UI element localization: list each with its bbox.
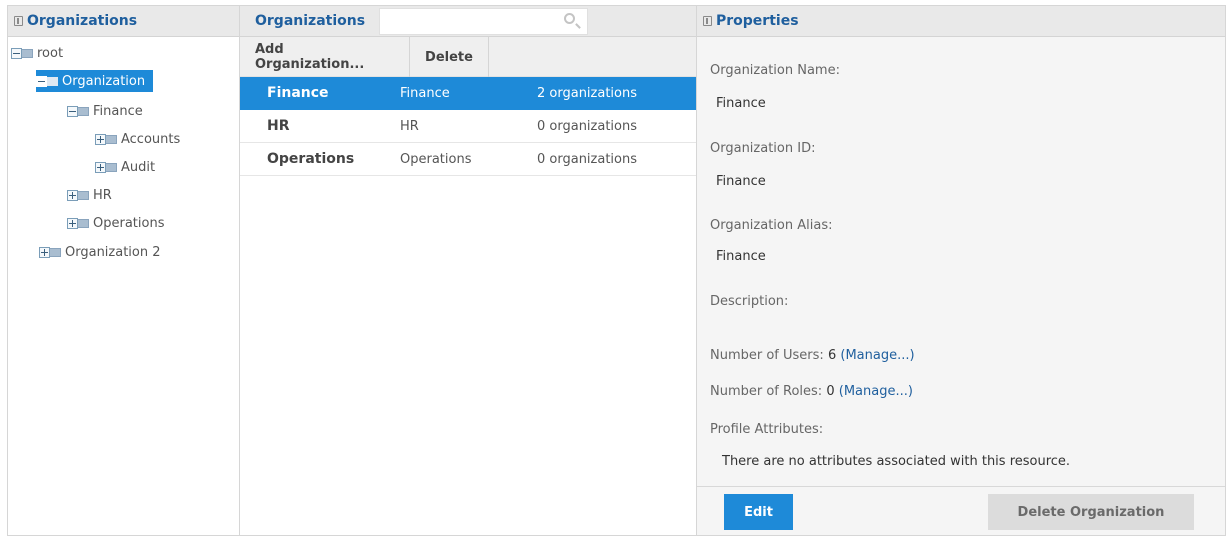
description-label: Description: [710, 294, 789, 309]
row-name: HR [267, 118, 290, 134]
table-row[interactable]: Finance Finance 2 organizations [240, 77, 696, 110]
organizations-tree-panel: Organizations root Organization Finance … [7, 5, 239, 536]
tree-node-accounts[interactable]: Accounts [95, 128, 188, 150]
tree-node-organization-2[interactable]: Organization 2 [39, 241, 169, 263]
manage-users-link[interactable]: (Manage...) [840, 348, 914, 363]
manage-roles-link[interactable]: (Manage...) [839, 384, 913, 399]
roles-line: Number of Roles: 0 (Manage...) [710, 384, 913, 399]
pin-icon[interactable] [14, 16, 23, 26]
tree-panel-title: Organizations [27, 13, 138, 29]
org-alias-label: Organization Alias: [710, 218, 833, 233]
profile-attributes-label: Profile Attributes: [710, 422, 824, 437]
organization-tree: root Organization Finance Accounts Audit… [8, 37, 239, 260]
collapse-folder-icon[interactable] [11, 47, 33, 60]
row-id: Finance [400, 85, 450, 101]
table-row[interactable]: Operations Operations 0 organizations [240, 143, 696, 176]
roles-count: 0 [826, 384, 835, 399]
expand-folder-icon[interactable] [67, 189, 89, 202]
expand-folder-icon[interactable] [95, 161, 117, 174]
edit-button[interactable]: Edit [724, 494, 793, 530]
delete-organization-button[interactable]: Delete Organization [988, 494, 1194, 530]
tree-panel-header: Organizations [8, 6, 239, 37]
properties-footer: Edit Delete Organization [697, 486, 1225, 535]
tree-node-finance[interactable]: Finance [67, 100, 151, 122]
add-organization-button[interactable]: Add Organization... [240, 37, 410, 77]
tree-node-label: Organization 2 [65, 244, 161, 260]
expand-folder-icon[interactable] [67, 217, 89, 230]
no-attributes-message: There are no attributes associated with … [722, 454, 1071, 469]
row-count: 0 organizations [537, 151, 638, 167]
roles-label: Number of Roles: [710, 384, 823, 399]
properties-panel: Properties Organization Name: Finance Or… [697, 5, 1226, 536]
org-id-label: Organization ID: [710, 141, 816, 156]
search-box[interactable] [379, 7, 589, 35]
org-alias-value: Finance [716, 249, 766, 264]
users-label: Number of Users: [710, 348, 824, 363]
expand-folder-icon[interactable] [95, 133, 117, 146]
list-panel-header: Organizations [240, 6, 696, 37]
tree-node-label: Finance [93, 103, 143, 119]
tree-node-label: Organization [62, 73, 146, 89]
pin-icon[interactable] [703, 16, 712, 26]
tree-node-root[interactable]: root [11, 42, 71, 64]
properties-header: Properties [697, 6, 1225, 37]
tree-node-operations[interactable]: Operations [67, 212, 172, 234]
collapse-folder-icon[interactable] [36, 75, 58, 88]
properties-title: Properties [716, 13, 799, 29]
row-count: 2 organizations [537, 85, 638, 101]
tree-node-hr[interactable]: HR [67, 184, 120, 206]
row-count: 0 organizations [537, 118, 638, 134]
org-name-label: Organization Name: [710, 63, 840, 78]
search-icon[interactable] [564, 12, 576, 24]
tree-node-audit[interactable]: Audit [95, 156, 163, 178]
row-name: Operations [267, 151, 355, 167]
list-panel-title: Organizations [255, 13, 366, 29]
tree-node-organization[interactable]: Organization [36, 70, 154, 92]
row-id: HR [400, 118, 419, 134]
organizations-list-panel: Organizations Add Organization... Delete… [239, 5, 697, 536]
tree-node-label: Operations [93, 215, 165, 231]
row-id: Operations [400, 151, 472, 167]
row-name: Finance [267, 85, 329, 101]
list-toolbar: Add Organization... Delete [240, 37, 696, 77]
delete-button[interactable]: Delete [410, 37, 489, 77]
tree-node-label: root [37, 45, 64, 61]
tree-node-label: Audit [121, 159, 156, 175]
expand-folder-icon[interactable] [39, 246, 61, 259]
collapse-folder-icon[interactable] [67, 105, 89, 118]
users-count: 6 [827, 348, 837, 363]
org-name-value: Finance [716, 96, 766, 111]
users-line: Number of Users: 6 (Manage...) [710, 348, 915, 363]
tree-node-label: HR [93, 187, 112, 203]
table-row[interactable]: HR HR 0 organizations [240, 110, 696, 143]
tree-node-label: Accounts [121, 131, 181, 147]
org-id-value: Finance [716, 174, 766, 189]
